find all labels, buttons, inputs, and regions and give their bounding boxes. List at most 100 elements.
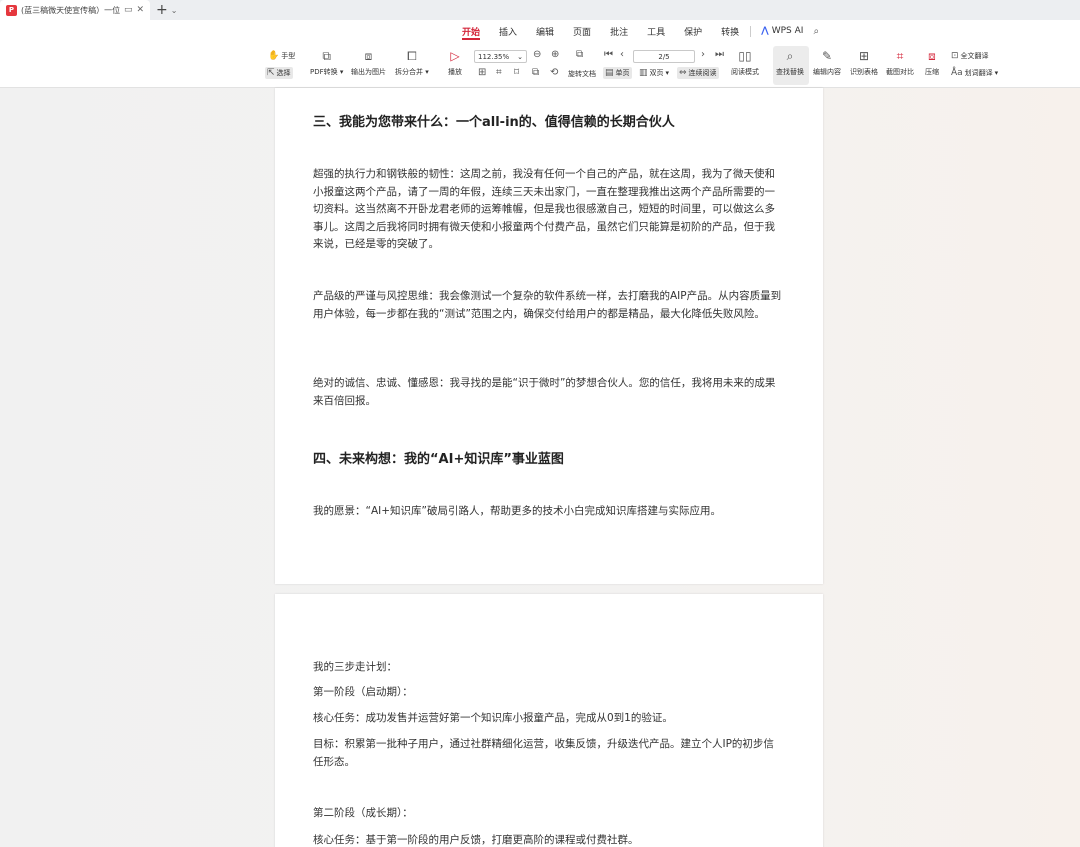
- find-replace-label: 查找替换: [776, 68, 804, 76]
- split-merge-icon: ⧠: [407, 49, 417, 63]
- zoom-in-icon[interactable]: ⊕: [551, 49, 559, 60]
- tab-menu-chevron-icon[interactable]: ⌄: [171, 6, 178, 15]
- reading-mode-label: 阅读模式: [731, 68, 759, 76]
- image-export-icon: ⧈: [364, 49, 373, 63]
- rotate-icon[interactable]: ⟲: [550, 67, 558, 78]
- hand-tool-button[interactable]: ✋ 手型: [268, 51, 295, 61]
- zoom-chevron-icon: ⌄: [517, 52, 523, 61]
- select-tool-label: 选择: [276, 69, 291, 77]
- first-page-icon[interactable]: ⏮: [604, 49, 613, 60]
- find-replace-button[interactable]: ⌕ 查找替换: [776, 48, 804, 77]
- compare-icon: ⌗: [896, 49, 904, 63]
- export-image-label: 输出为图片: [351, 68, 386, 76]
- double-page-icon: ▥: [639, 68, 648, 78]
- screenshot-compare-label: 截图对比: [886, 68, 914, 76]
- toolbar: ✋ 手型 ⇱ 选择 ⧉ PDF转换 ▾ ⧈ 输出为图片 ⧠ 拆分合并 ▾ ▷ 播…: [0, 42, 1080, 88]
- phase-2-task: 核心任务：基于第一阶段的用户反馈，打磨更高阶的课程或付费社群。: [313, 834, 639, 846]
- wps-ai-label: WPS AI: [771, 26, 804, 36]
- search-icon[interactable]: ⌕: [813, 26, 819, 37]
- split-merge-button[interactable]: ⧠ 拆分合并 ▾: [395, 48, 429, 77]
- pdf-convert-button[interactable]: ⧉ PDF转换 ▾: [310, 48, 343, 77]
- pdf-page-2: 我的三步走计划： 第一阶段（启动期）： 核心任务：成功发售并运营好第一个知识库小…: [275, 594, 823, 847]
- double-page-label: 双页: [649, 69, 664, 77]
- hand-icon: ✋: [268, 51, 280, 61]
- document-area[interactable]: 三、我能为您带来什么：一个all-in的、值得信赖的长期合伙人 超强的执行力和钢…: [0, 88, 1080, 847]
- prev-page-icon[interactable]: ‹: [620, 49, 624, 60]
- insert-text-icon[interactable]: ⊞: [478, 67, 486, 78]
- screenshot-compare-button[interactable]: ⌗ 截图对比: [886, 48, 914, 77]
- section-heading-3: 三、我能为您带来什么：一个all-in的、值得信赖的长期合伙人: [313, 115, 675, 130]
- hand-tool-label: 手型: [281, 52, 296, 60]
- menu-annotate[interactable]: 批注: [610, 20, 628, 42]
- menu-protect[interactable]: 保护: [684, 20, 702, 42]
- page-number-value: 2/5: [658, 52, 670, 61]
- crop-icon[interactable]: ⌗: [496, 67, 502, 78]
- edit-content-label: 编辑内容: [813, 68, 841, 76]
- compress-label: 压缩: [925, 68, 939, 76]
- continuous-read-button[interactable]: ⇔ 连续阅读: [677, 67, 719, 79]
- menu-page[interactable]: 页面: [573, 20, 591, 42]
- copy-icon[interactable]: ⧉: [532, 67, 539, 78]
- single-page-label: 单页: [615, 69, 630, 77]
- edit-icon: ✎: [821, 49, 833, 63]
- new-tab-button[interactable]: +: [156, 2, 168, 18]
- menu-convert[interactable]: 转换: [721, 20, 739, 42]
- zoom-value: 112.35%: [478, 52, 510, 61]
- pdf-file-icon: P: [6, 4, 17, 16]
- full-translate-label: 全文翻译: [960, 52, 989, 60]
- paragraph-execution: 超强的执行力和钢铁般的韧性：这周之前，我没有任何一个自己的产品，就在这周，我为了…: [313, 168, 775, 250]
- word-translate-chevron-icon: ▾: [994, 69, 999, 77]
- zoom-out-icon[interactable]: ⊖: [533, 49, 541, 60]
- recognize-table-button[interactable]: ⊞ 识别表格: [850, 48, 878, 77]
- word-translate-label: 划词翻译: [964, 69, 993, 77]
- section-heading-4: 四、未来构想：我的“AI+知识库”事业蓝图: [313, 452, 564, 467]
- tab-bar: P (蓝三稿微天使宣传稿）一位 ▭ ✕ + ⌄: [0, 0, 1080, 20]
- zoom-select[interactable]: 112.35% ⌄: [474, 50, 527, 63]
- menu-tools[interactable]: 工具: [647, 20, 665, 42]
- pdf-convert-icon: ⧉: [322, 49, 331, 63]
- single-page-button[interactable]: ▤ 单页: [603, 67, 632, 79]
- paragraph-rigor: 产品级的严谨与风控思维：我会像测试一个复杂的软件系统一样，去打磨我的AIP产品。…: [313, 290, 782, 320]
- play-button[interactable]: ▷ 播放: [448, 48, 462, 77]
- menu-start[interactable]: 开始: [462, 20, 481, 42]
- search-icon: ⌕: [786, 49, 794, 63]
- document-tab-title: (蓝三稿微天使宣传稿）一位: [21, 5, 120, 15]
- last-page-icon[interactable]: ⏭: [715, 49, 724, 60]
- window-icon[interactable]: ▭: [124, 5, 133, 15]
- continuous-label: 连续阅读: [688, 69, 717, 77]
- split-merge-label: 拆分合并: [395, 68, 423, 76]
- reading-mode-button[interactable]: ▯▯ 阅读模式: [731, 48, 759, 77]
- select-tool-button[interactable]: ⇱ 选择: [265, 67, 293, 79]
- wps-ai-icon: ⋀: [761, 26, 769, 36]
- menu-divider: [750, 25, 752, 37]
- play-label: 播放: [448, 68, 462, 76]
- phase-1-goal: 目标：积累第一批种子用户，通过社群精细化运营，收集反馈，升级迭代产品。建立个人I…: [313, 738, 774, 768]
- export-image-button[interactable]: ⧈ 输出为图片: [351, 48, 386, 77]
- full-translate-button[interactable]: ⊡ 全文翻译: [951, 51, 989, 61]
- book-icon: ▯▯: [738, 49, 752, 63]
- double-page-button[interactable]: ▥ 双页 ▾: [639, 68, 669, 78]
- fit-page-icon[interactable]: ⧉: [576, 49, 583, 60]
- phase-1-task: 核心任务：成功发售并运营好第一个知识库小报童产品，完成从0到1的验证。: [313, 712, 673, 724]
- recognize-table-label: 识别表格: [850, 68, 878, 76]
- pdf-page-1: 三、我能为您带来什么：一个all-in的、值得信赖的长期合伙人 超强的执行力和钢…: [275, 88, 823, 584]
- rotate-doc-label[interactable]: 旋转文档: [568, 69, 596, 79]
- phase-2-title: 第二阶段（成长期）：: [313, 807, 413, 819]
- next-page-icon[interactable]: ›: [701, 49, 705, 60]
- frame-icon[interactable]: ⌑: [514, 67, 519, 78]
- plan-title: 我的三步走计划：: [313, 661, 397, 673]
- pdf-convert-label: PDF转换: [310, 68, 338, 76]
- page-number-input[interactable]: 2/5: [633, 50, 695, 63]
- word-translate-button[interactable]: Åa 划词翻译 ▾: [951, 68, 998, 78]
- translate-icon: ⊡: [951, 51, 959, 61]
- menu-edit[interactable]: 编辑: [536, 20, 554, 42]
- compress-button[interactable]: ⧈ 压缩: [925, 48, 939, 77]
- single-page-icon: ▤: [605, 68, 614, 78]
- menu-insert[interactable]: 插入: [499, 20, 517, 42]
- close-tab-icon[interactable]: ✕: [136, 5, 144, 15]
- paragraph-integrity: 绝对的诚信、忠诚、懂感恩：我寻找的是能“识于微时”的梦想合伙人。您的信任，我将用…: [313, 377, 776, 407]
- double-page-chevron-icon: ▾: [665, 69, 670, 77]
- edit-content-button[interactable]: ✎ 编辑内容: [813, 48, 841, 77]
- wps-ai-button[interactable]: ⋀ WPS AI: [761, 26, 803, 36]
- document-tab[interactable]: P (蓝三稿微天使宣传稿）一位 ▭ ✕: [0, 0, 150, 20]
